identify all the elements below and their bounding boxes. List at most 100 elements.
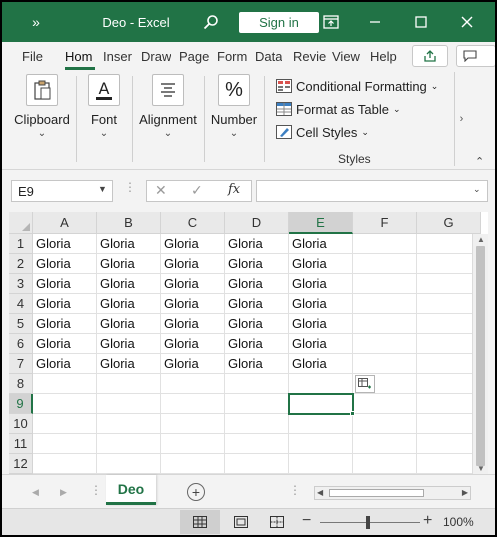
cell-f4[interactable] [353,294,417,314]
zoom-in-button[interactable]: + [423,512,432,530]
cell-a8[interactable] [33,374,97,394]
cell-d10[interactable] [225,414,289,434]
cell-c2[interactable]: Gloria [161,254,225,274]
row-header-9[interactable]: 9 [9,394,33,414]
conditional-formatting-button[interactable]: Conditional Formatting ⌄ [276,76,438,96]
row-header-1[interactable]: 1 [9,234,33,254]
cell-b9[interactable] [97,394,161,414]
share-icon[interactable] [412,45,448,67]
cell-f2[interactable] [353,254,417,274]
cell-f1[interactable] [353,234,417,254]
spreadsheet-grid[interactable]: A B C D E F G 1 Gloria Gloria Gloria Gloria Gloria 2 G… [9,212,488,474]
cell-e3[interactable]: Gloria [289,274,353,294]
cell-c12[interactable] [161,454,225,474]
row-header-11[interactable]: 11 [9,434,33,454]
scroll-left-icon[interactable]: ◀ [317,488,323,497]
cell-styles-button[interactable]: Cell Styles ⌄ [276,122,369,142]
cell-c8[interactable] [161,374,225,394]
cell-f10[interactable] [353,414,417,434]
drag-handle-icon[interactable]: ⋮ [124,180,136,194]
cell-e11[interactable] [289,434,353,454]
tab-file[interactable]: File [22,49,43,64]
drag-handle-icon[interactable]: ⋮ [90,483,102,497]
ribbon-scroll-right-icon[interactable]: › [454,72,468,166]
cell-f12[interactable] [353,454,417,474]
search-icon[interactable] [199,2,223,42]
cell-a5[interactable]: Gloria [33,314,97,334]
tab-draw[interactable]: Draw [141,49,171,64]
cell-b5[interactable]: Gloria [97,314,161,334]
tab-page-layout[interactable]: Page [179,49,209,64]
insert-function-icon[interactable]: fx [228,182,240,197]
cell-a4[interactable]: Gloria [33,294,97,314]
cell-b11[interactable] [97,434,161,454]
number-group[interactable]: % Number ⌄ [208,70,260,170]
zoom-out-button[interactable]: − [302,512,311,530]
formula-input[interactable] [256,180,488,202]
previous-sheet-icon[interactable]: ◀ [32,487,39,498]
cell-d11[interactable] [225,434,289,454]
row-header-8[interactable]: 8 [9,374,33,394]
cell-b7[interactable]: Gloria [97,354,161,374]
cell-e4[interactable]: Gloria [289,294,353,314]
row-header-4[interactable]: 4 [9,294,33,314]
format-as-table-button[interactable]: Format as Table ⌄ [276,99,401,119]
vertical-scrollbar[interactable]: ▲ ▼ [472,234,488,474]
cell-c10[interactable] [161,414,225,434]
sheet-tab-deo[interactable]: Deo [106,475,156,505]
minimize-icon[interactable] [362,2,388,42]
cell-b6[interactable]: Gloria [97,334,161,354]
tab-review[interactable]: Revie [293,49,326,64]
cell-c4[interactable]: Gloria [161,294,225,314]
cell-c1[interactable]: Gloria [161,234,225,254]
tab-formulas[interactable]: Form [217,49,247,64]
tab-insert[interactable]: Inser [103,49,135,64]
zoom-slider[interactable] [320,522,420,523]
fill-handle[interactable] [350,411,355,416]
zoom-level[interactable]: 100% [443,515,474,529]
cell-f6[interactable] [353,334,417,354]
ribbon-display-options-icon[interactable] [320,2,342,42]
tab-home[interactable]: Hom [65,49,97,64]
enter-check-icon[interactable]: ✓ [191,182,203,199]
cell-c9[interactable] [161,394,225,414]
normal-view-icon[interactable] [180,510,220,534]
tab-data[interactable]: Data [255,49,282,64]
expand-formula-bar-icon[interactable]: ⌄ [473,184,481,195]
row-header-3[interactable]: 3 [9,274,33,294]
cell-f5[interactable] [353,314,417,334]
column-header-d[interactable]: D [225,212,289,234]
cell-d8[interactable] [225,374,289,394]
tab-help[interactable]: Help [370,49,397,64]
scroll-up-icon[interactable]: ▲ [477,235,485,244]
row-header-2[interactable]: 2 [9,254,33,274]
auto-fill-options-icon[interactable] [355,375,375,393]
cell-d12[interactable] [225,454,289,474]
cell-e7[interactable]: Gloria [289,354,353,374]
cell-a10[interactable] [33,414,97,434]
row-header-7[interactable]: 7 [9,354,33,374]
cell-d9[interactable] [225,394,289,414]
cell-c3[interactable]: Gloria [161,274,225,294]
quick-access-toolbar-button[interactable]: » [24,2,48,42]
select-all-button[interactable] [9,212,33,234]
cell-e12[interactable] [289,454,353,474]
horizontal-scroll-thumb[interactable] [329,489,424,497]
cell-b3[interactable]: Gloria [97,274,161,294]
comments-icon[interactable] [456,45,495,67]
vertical-scroll-thumb[interactable] [476,246,485,466]
cell-f11[interactable] [353,434,417,454]
row-header-6[interactable]: 6 [9,334,33,354]
cell-c5[interactable]: Gloria [161,314,225,334]
cell-c11[interactable] [161,434,225,454]
tab-view[interactable]: View [332,49,360,64]
cell-a9[interactable] [33,394,97,414]
cell-c6[interactable]: Gloria [161,334,225,354]
cell-d5[interactable]: Gloria [225,314,289,334]
cell-b12[interactable] [97,454,161,474]
cell-b4[interactable]: Gloria [97,294,161,314]
next-sheet-icon[interactable]: ▶ [60,487,67,498]
drag-handle-icon[interactable]: ⋮ [289,483,301,497]
sign-in-button[interactable]: Sign in [239,12,319,33]
cell-d7[interactable]: Gloria [225,354,289,374]
